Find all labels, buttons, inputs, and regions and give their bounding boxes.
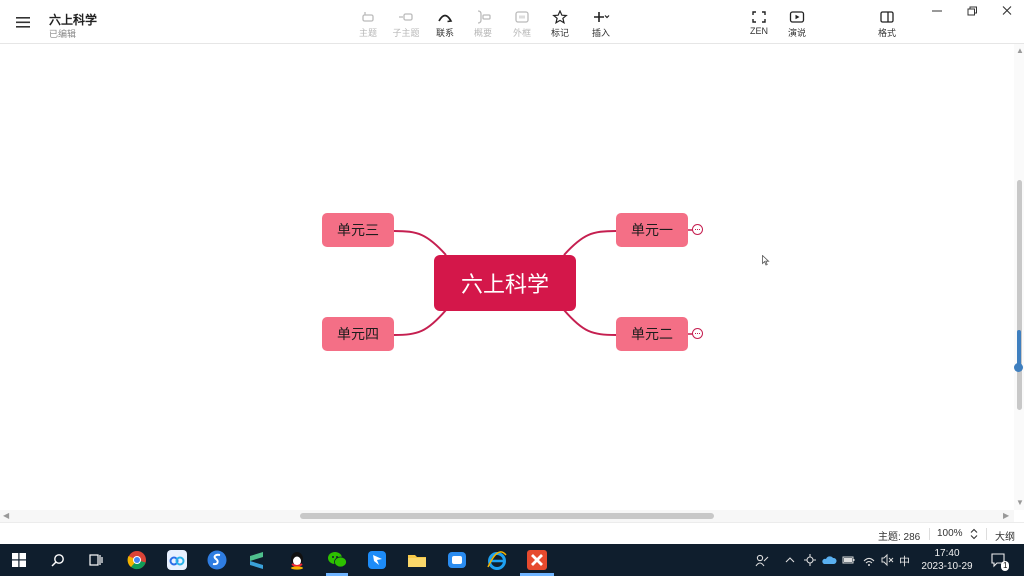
onedrive-icon[interactable] (821, 554, 837, 566)
qq-icon[interactable] (286, 549, 308, 571)
branch-topic-unit-1[interactable]: 单元一 (616, 213, 688, 247)
task-view-icon[interactable] (89, 553, 103, 567)
sublime-icon[interactable] (246, 549, 268, 571)
hamburger-menu-icon[interactable] (14, 13, 32, 31)
pitch-label: 演说 (787, 28, 806, 38)
baidu-netdisk-icon[interactable] (166, 549, 188, 571)
minimize-icon (932, 10, 942, 12)
plus-icon (594, 12, 610, 22)
format-panel-label: 格式 (877, 28, 896, 38)
dingtalk-icon[interactable] (366, 549, 388, 571)
scroll-right-icon[interactable]: ▶ (1003, 511, 1009, 520)
status-bar: 主题: 286 100% 大纲 (0, 522, 1024, 544)
zen-icon (752, 11, 766, 23)
central-topic[interactable]: 六上科学 (434, 255, 576, 311)
clock-date: 2023-10-29 (921, 561, 973, 572)
boundary-icon (515, 11, 529, 23)
restore-icon (967, 6, 977, 16)
windows-taskbar: 中 17:40 2023-10-29 1 (0, 544, 1024, 576)
chevron-up-icon[interactable] (785, 555, 795, 565)
battery-icon[interactable] (842, 554, 856, 566)
zoom-level[interactable]: 100% (937, 528, 963, 539)
xmind-icon[interactable] (526, 549, 548, 571)
clock-time: 17:40 (934, 548, 960, 559)
people-icon[interactable] (755, 553, 769, 567)
insert-button[interactable]: 插入 (578, 8, 624, 40)
branch-topic-unit-3[interactable]: 单元三 (322, 213, 394, 247)
format-panel-icon (880, 11, 894, 23)
horizontal-scrollbar[interactable]: ◀ ▶ (0, 510, 1014, 522)
subtopic-icon (399, 13, 413, 21)
horizontal-scroll-thumb[interactable] (300, 513, 714, 519)
scroll-left-icon[interactable]: ◀ (3, 511, 9, 520)
wifi-icon[interactable] (862, 553, 876, 567)
marker-label: 标记 (550, 28, 569, 38)
notification-badge: 1 (1001, 561, 1010, 571)
wechat-icon[interactable] (326, 549, 348, 571)
close-window-button[interactable] (992, 3, 1022, 21)
volume-muted-icon[interactable] (880, 553, 894, 567)
taskbar-clock[interactable]: 17:40 2023-10-29 (916, 547, 978, 573)
top-toolbar: 六上科学 已编辑 主题 子主题 联系 概要 外框 标记 插入 ZEN 演说 格式 (0, 0, 1024, 44)
network-share-icon[interactable] (803, 553, 817, 567)
topic-icon (362, 12, 374, 22)
scroll-down-icon[interactable]: ▼ (1016, 498, 1024, 507)
document-title[interactable]: 六上科学 (49, 11, 97, 28)
restore-button[interactable] (957, 3, 987, 21)
vertical-scroll-thumb[interactable] (1017, 180, 1022, 410)
close-icon (1002, 6, 1012, 15)
tencent-meeting-icon[interactable] (446, 549, 468, 571)
ime-indicator[interactable]: 中 (899, 553, 910, 569)
branch-topic-unit-2[interactable]: 单元二 (616, 317, 688, 351)
branch-topic-unit-4[interactable]: 单元四 (322, 317, 394, 351)
summary-icon (477, 10, 491, 24)
expand-collapsed-branch-button[interactable] (692, 224, 703, 235)
insert-label: 插入 (591, 28, 610, 38)
star-icon (552, 10, 568, 24)
internet-explorer-icon[interactable] (486, 549, 508, 571)
zoom-stepper-icon[interactable] (970, 528, 978, 540)
file-explorer-icon[interactable] (406, 549, 428, 571)
pitch-button[interactable]: 演说 (774, 8, 820, 40)
minimize-button[interactable] (922, 3, 952, 21)
outline-toggle[interactable]: 大纲 (995, 528, 1015, 543)
vertical-scrollbar[interactable]: ▲ ▼ (1014, 44, 1024, 510)
document-status: 已编辑 (49, 29, 77, 39)
relationship-icon (438, 14, 453, 23)
topic-count: 主题: 286 (878, 532, 921, 543)
scroll-up-icon[interactable]: ▲ (1016, 46, 1024, 55)
mindmap-canvas[interactable]: 六上科学 单元一 单元二 单元三 单元四 (0, 44, 1014, 510)
format-panel-button[interactable]: 格式 (864, 8, 910, 40)
zoom-slider-handle[interactable] (1014, 363, 1023, 372)
chrome-icon[interactable] (126, 549, 148, 571)
sogou-browser-icon[interactable] (206, 549, 228, 571)
mouse-cursor-icon (762, 255, 770, 266)
status-divider (929, 528, 930, 540)
marker-button[interactable]: 标记 (537, 8, 583, 40)
windows-start-icon[interactable] (12, 553, 26, 567)
search-icon[interactable] (51, 553, 65, 567)
status-divider (986, 528, 987, 540)
expand-collapsed-branch-button[interactable] (692, 328, 703, 339)
pitch-icon (789, 11, 805, 23)
